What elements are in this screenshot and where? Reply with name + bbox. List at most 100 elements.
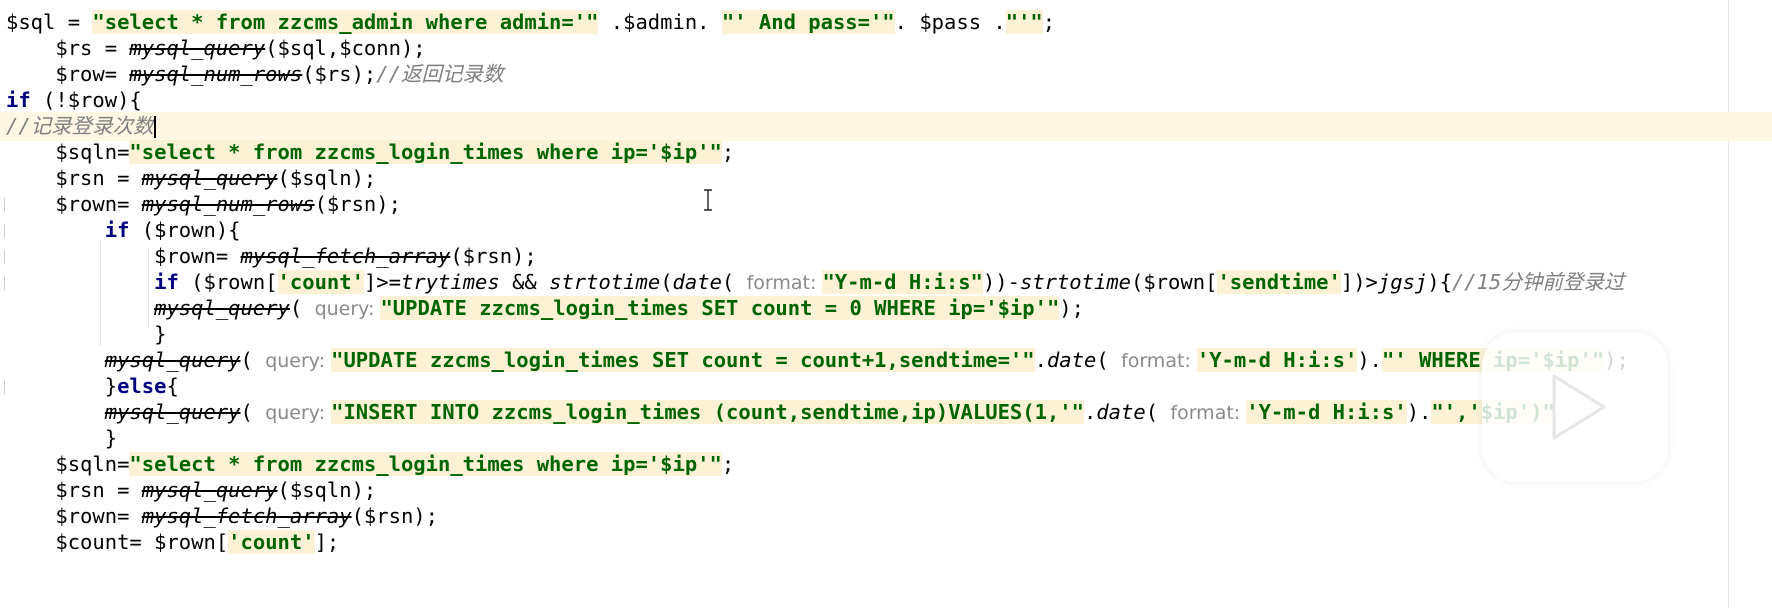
- code-token: ($rsn);: [351, 504, 438, 528]
- code-line-content: $sqln="select * from zzcms_login_times w…: [6, 138, 734, 167]
- code-line-content: $rsn = mysql_query($sqln);: [6, 476, 376, 505]
- keyword-token: if: [104, 218, 130, 242]
- video-play-button[interactable]: [1482, 332, 1668, 482]
- variable-token: $rown=: [6, 504, 142, 528]
- code-token: (: [660, 270, 673, 294]
- code-token: .$admin.: [598, 10, 722, 34]
- code-line-content: }: [6, 320, 166, 349]
- code-line-content: $rown= mysql_fetch_array($rsn);: [6, 502, 438, 531]
- code-token: (: [1145, 400, 1171, 424]
- code-token: .: [1034, 348, 1047, 372]
- code-token: ){: [1427, 270, 1452, 294]
- variable-token: $row=: [6, 62, 130, 86]
- code-line[interactable]: $rown= mysql_fetch_array($rsn);: [0, 242, 1772, 271]
- variable-token: $rown=: [6, 244, 241, 268]
- function-token: date: [1046, 348, 1097, 372]
- string-token: 'Y-m-d H:i:s': [1196, 348, 1358, 372]
- string-token: 'Y-m-d H:i:s': [1246, 400, 1407, 424]
- code-token: ($rs);: [302, 62, 377, 86]
- code-line[interactable]: mysql_query( query: "UPDATE zzcms_login_…: [0, 294, 1772, 323]
- code-line-content: if ($rown){: [6, 216, 241, 245]
- code-line[interactable]: $count= $rown['count'];: [0, 528, 1772, 557]
- code-token: ($sql,$conn);: [265, 36, 426, 60]
- function-token: strtotime: [549, 270, 661, 294]
- variable-token: $rsn =: [6, 166, 142, 190]
- deprecated-function-token: mysql_query: [104, 348, 241, 372]
- deprecated-function-token: mysql_fetch_array: [141, 504, 352, 528]
- code-token: ];: [314, 530, 340, 554]
- code-token: }: [6, 374, 118, 398]
- code-line[interactable]: //记录登录次数: [0, 112, 1772, 141]
- code-line-content: }: [6, 424, 117, 453]
- string-token: "Y-m-d H:i:s": [822, 270, 983, 294]
- string-token: "select * from zzcms_admin where admin=': [92, 10, 587, 34]
- code-token: (: [240, 348, 266, 372]
- code-line-content: $rs = mysql_query($sql,$conn);: [6, 34, 426, 63]
- code-token: (: [289, 296, 315, 320]
- string-token: ": [586, 10, 599, 34]
- deprecated-function-token: mysql_query: [141, 478, 278, 502]
- code-line[interactable]: if ($rown){: [0, 216, 1772, 245]
- string-token: "UPDATE zzcms_login_times SET count = 0 …: [380, 296, 1060, 320]
- code-line-content: $count= $rown['count'];: [6, 528, 339, 557]
- deprecated-function-token: mysql_fetch_array: [240, 244, 451, 268]
- code-token: }: [6, 426, 118, 450]
- code-token: ]>=: [363, 270, 401, 294]
- code-token: ])>: [1340, 270, 1378, 294]
- parameter-hint: query:: [265, 402, 332, 424]
- indent-guide: [100, 242, 101, 346]
- code-token: &&: [499, 270, 550, 294]
- variable-token: $rsn =: [6, 478, 142, 502]
- code-token: .: [1083, 400, 1097, 424]
- code-line-content: $sqln="select * from zzcms_login_times w…: [6, 450, 734, 479]
- code-line-content: $row= mysql_num_rows($rs);//返回记录数: [6, 60, 503, 89]
- code-token: (: [240, 400, 266, 424]
- i-beam-cursor-icon: [703, 189, 713, 211]
- code-line[interactable]: $sqln="select * from zzcms_login_times w…: [0, 138, 1772, 167]
- code-line-content: if (!$row){: [6, 86, 142, 115]
- parameter-hint: query:: [265, 350, 332, 372]
- code-line[interactable]: $rsn = mysql_query($sqln);: [0, 164, 1772, 193]
- string-token: "select * from zzcms_login_times where i…: [129, 140, 722, 164]
- code-line-content: }else{: [6, 372, 179, 401]
- code-token: ).: [1406, 400, 1432, 424]
- code-token: ).: [1357, 348, 1382, 372]
- code-token: (: [1096, 348, 1122, 372]
- text-caret: [153, 116, 156, 138]
- string-token: "select * from zzcms_login_times where i…: [129, 452, 722, 476]
- variable-token: $count= $rown[: [6, 530, 229, 554]
- code-line[interactable]: $rown= mysql_fetch_array($rsn);: [0, 502, 1772, 531]
- variable-token: $rs =: [6, 36, 130, 60]
- code-line[interactable]: $rs = mysql_query($sql,$conn);: [0, 34, 1772, 63]
- indent-guide: [148, 248, 149, 326]
- parameter-hint: format:: [746, 272, 823, 294]
- variable-token: $sqln=: [6, 452, 130, 476]
- code-token: ($rown){: [129, 218, 241, 242]
- code-token: ($rown[: [1131, 270, 1218, 294]
- code-token: (!$row){: [30, 88, 142, 112]
- keyword-token: if: [154, 270, 179, 294]
- deprecated-function-token: mysql_query: [141, 166, 278, 190]
- code-line[interactable]: $row= mysql_num_rows($rs);//返回记录数: [0, 60, 1772, 89]
- function-token: strtotime: [1019, 270, 1132, 294]
- code-token: }: [6, 322, 167, 346]
- code-line-content: $rown= mysql_num_rows($rsn);: [6, 190, 401, 219]
- code-token: ($sqln);: [277, 478, 377, 502]
- string-token: 'count': [228, 530, 315, 554]
- code-line[interactable]: if (!$row){: [0, 86, 1772, 115]
- function-token: jgsj: [1377, 270, 1428, 294]
- code-editor[interactable]: $sql = "select * from zzcms_admin where …: [0, 0, 1772, 608]
- code-token: ($rsn);: [314, 192, 401, 216]
- comment-token: //15分钟前登录过: [1451, 270, 1625, 294]
- deprecated-function-token: mysql_query: [154, 296, 290, 320]
- code-line[interactable]: if ($rown['count']>=trytimes && strtotim…: [0, 268, 1772, 297]
- code-token: ))-: [982, 270, 1020, 294]
- code-token: ;: [721, 452, 735, 476]
- play-icon: [1552, 374, 1606, 440]
- code-line[interactable]: $sql = "select * from zzcms_admin where …: [0, 8, 1772, 37]
- function-token: trytimes: [400, 270, 500, 294]
- keyword-token: if: [6, 88, 31, 112]
- code-line[interactable]: $rown= mysql_num_rows($rsn);: [0, 190, 1772, 219]
